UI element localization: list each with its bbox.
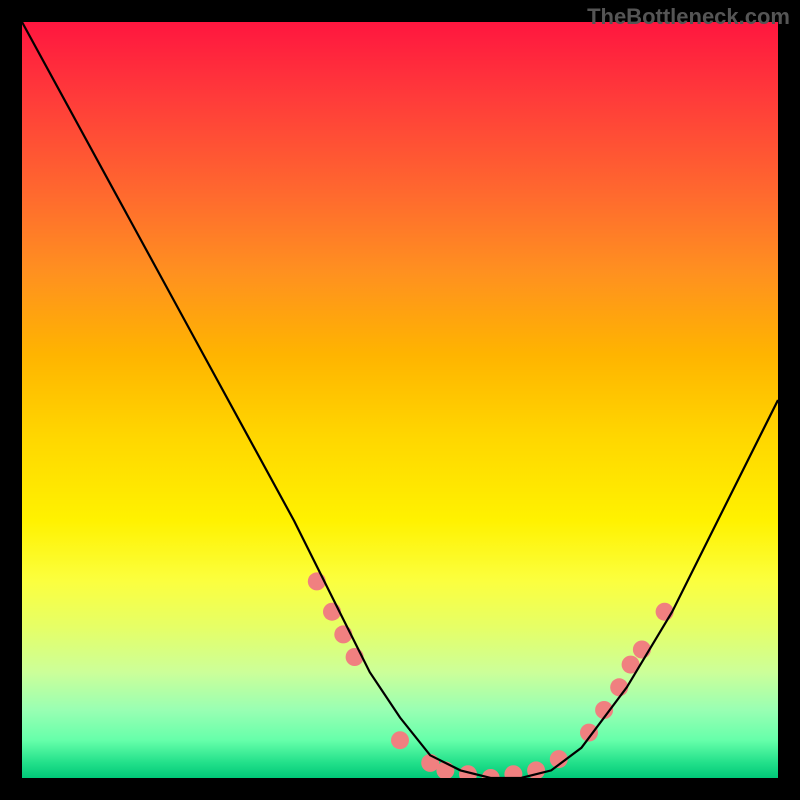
- marker-dot: [308, 572, 326, 590]
- plot-inner: [22, 22, 778, 778]
- chart-svg: [22, 22, 778, 778]
- plot-frame: [22, 22, 778, 778]
- watermark-text: TheBottleneck.com: [587, 4, 790, 30]
- marker-dots: [308, 572, 674, 778]
- marker-dot: [334, 625, 352, 643]
- marker-dot: [346, 648, 364, 666]
- marker-dot: [391, 731, 409, 749]
- marker-dot: [633, 641, 651, 659]
- bottleneck-curve: [22, 22, 778, 778]
- marker-dot: [504, 765, 522, 778]
- marker-dot: [656, 603, 674, 621]
